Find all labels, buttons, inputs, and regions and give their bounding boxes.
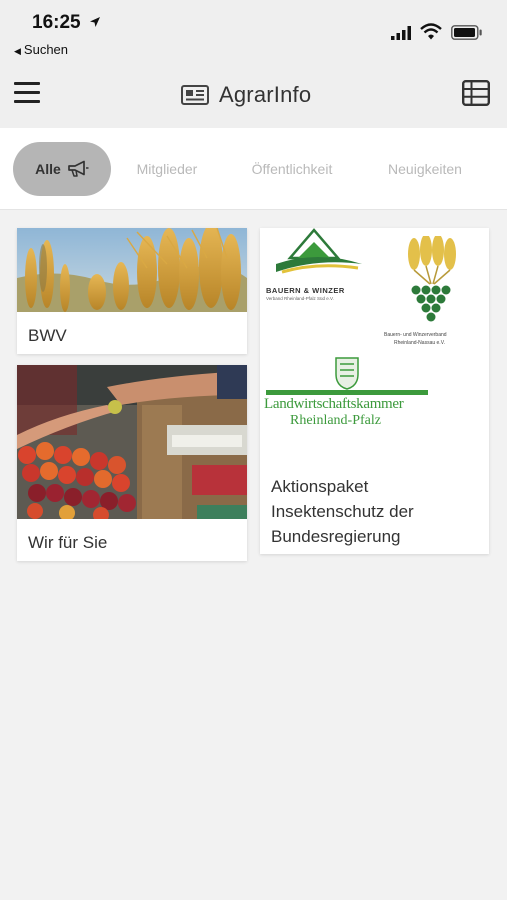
tab-oeffentlichkeit[interactable]: Öffentlichkeit [238,142,346,196]
status-bar: 16:25 ◀ Suchen [0,0,507,62]
card-label: Aktionspaket Insektenschutz der Bundesre… [271,477,414,546]
card-label: Wir für Sie [28,533,108,552]
logo3-line1: Landwirtschaftskammer [264,396,404,412]
tab-label: Alle [35,161,61,177]
card-wir-fuer-sie[interactable]: Wir für Sie [17,365,247,561]
wheat-field-photo [17,228,247,312]
back-to-app-link[interactable]: ◀ Suchen [14,42,68,57]
tab-alle[interactable]: Alle [13,142,111,196]
logo2-line2: Rheinland-Nassau e.V. [394,340,445,346]
logo3-line2: Rheinland-Pfalz [290,413,381,428]
logo1-line1: BAUERN & WINZER [266,286,345,295]
organization-logos: BAUERN & WINZER Verband Rheinland-Pfalz … [260,228,489,460]
battery-icon [451,25,482,40]
clock: 16:25 [32,12,81,33]
market-stall-photo [17,365,247,519]
megaphone-icon [67,160,89,177]
header-title-group: AgrarInfo [181,80,311,110]
app-header: AgrarInfo [0,62,507,128]
table-view-icon[interactable] [462,80,490,106]
tab-label: Neuigkeiten [388,161,462,177]
cellular-signal-icon [391,26,411,40]
tab-label: Öffentlichkeit [251,161,333,177]
coat-of-arms-icon [335,357,359,390]
back-to-app-label: Suchen [23,42,69,57]
location-arrow-icon [90,17,100,27]
logo3-bar [266,390,428,395]
mountain-logo-icon [276,228,362,274]
back-triangle-icon: ◀ [14,46,21,56]
wifi-icon [420,23,442,40]
page-title: AgrarInfo [219,82,312,107]
logo1-line2: Verband Rheinland-Pfalz Süd e.V. [266,296,334,301]
logo2-line1: Bauern- und Winzerverband [384,332,447,338]
filter-tab-bar: Alle Mitglieder Öffentlichkeit Neuigkeit… [0,128,507,210]
newspaper-icon [181,85,209,105]
hamburger-menu-icon[interactable] [14,82,40,104]
wheat-grapes-logo-icon [408,236,456,322]
card-label: BWV [28,326,67,345]
tab-label: Mitglieder [136,161,198,177]
card-aktionspaket[interactable]: BAUERN & WINZER Verband Rheinland-Pfalz … [260,228,489,554]
card-bwv[interactable]: BWV [17,228,247,354]
tab-neuigkeiten[interactable]: Neuigkeiten [377,142,473,196]
tab-mitglieder[interactable]: Mitglieder [126,142,208,196]
